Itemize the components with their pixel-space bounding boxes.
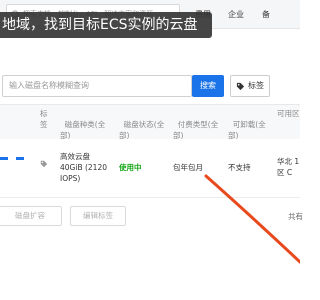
annotation-arrow [204, 174, 300, 264]
